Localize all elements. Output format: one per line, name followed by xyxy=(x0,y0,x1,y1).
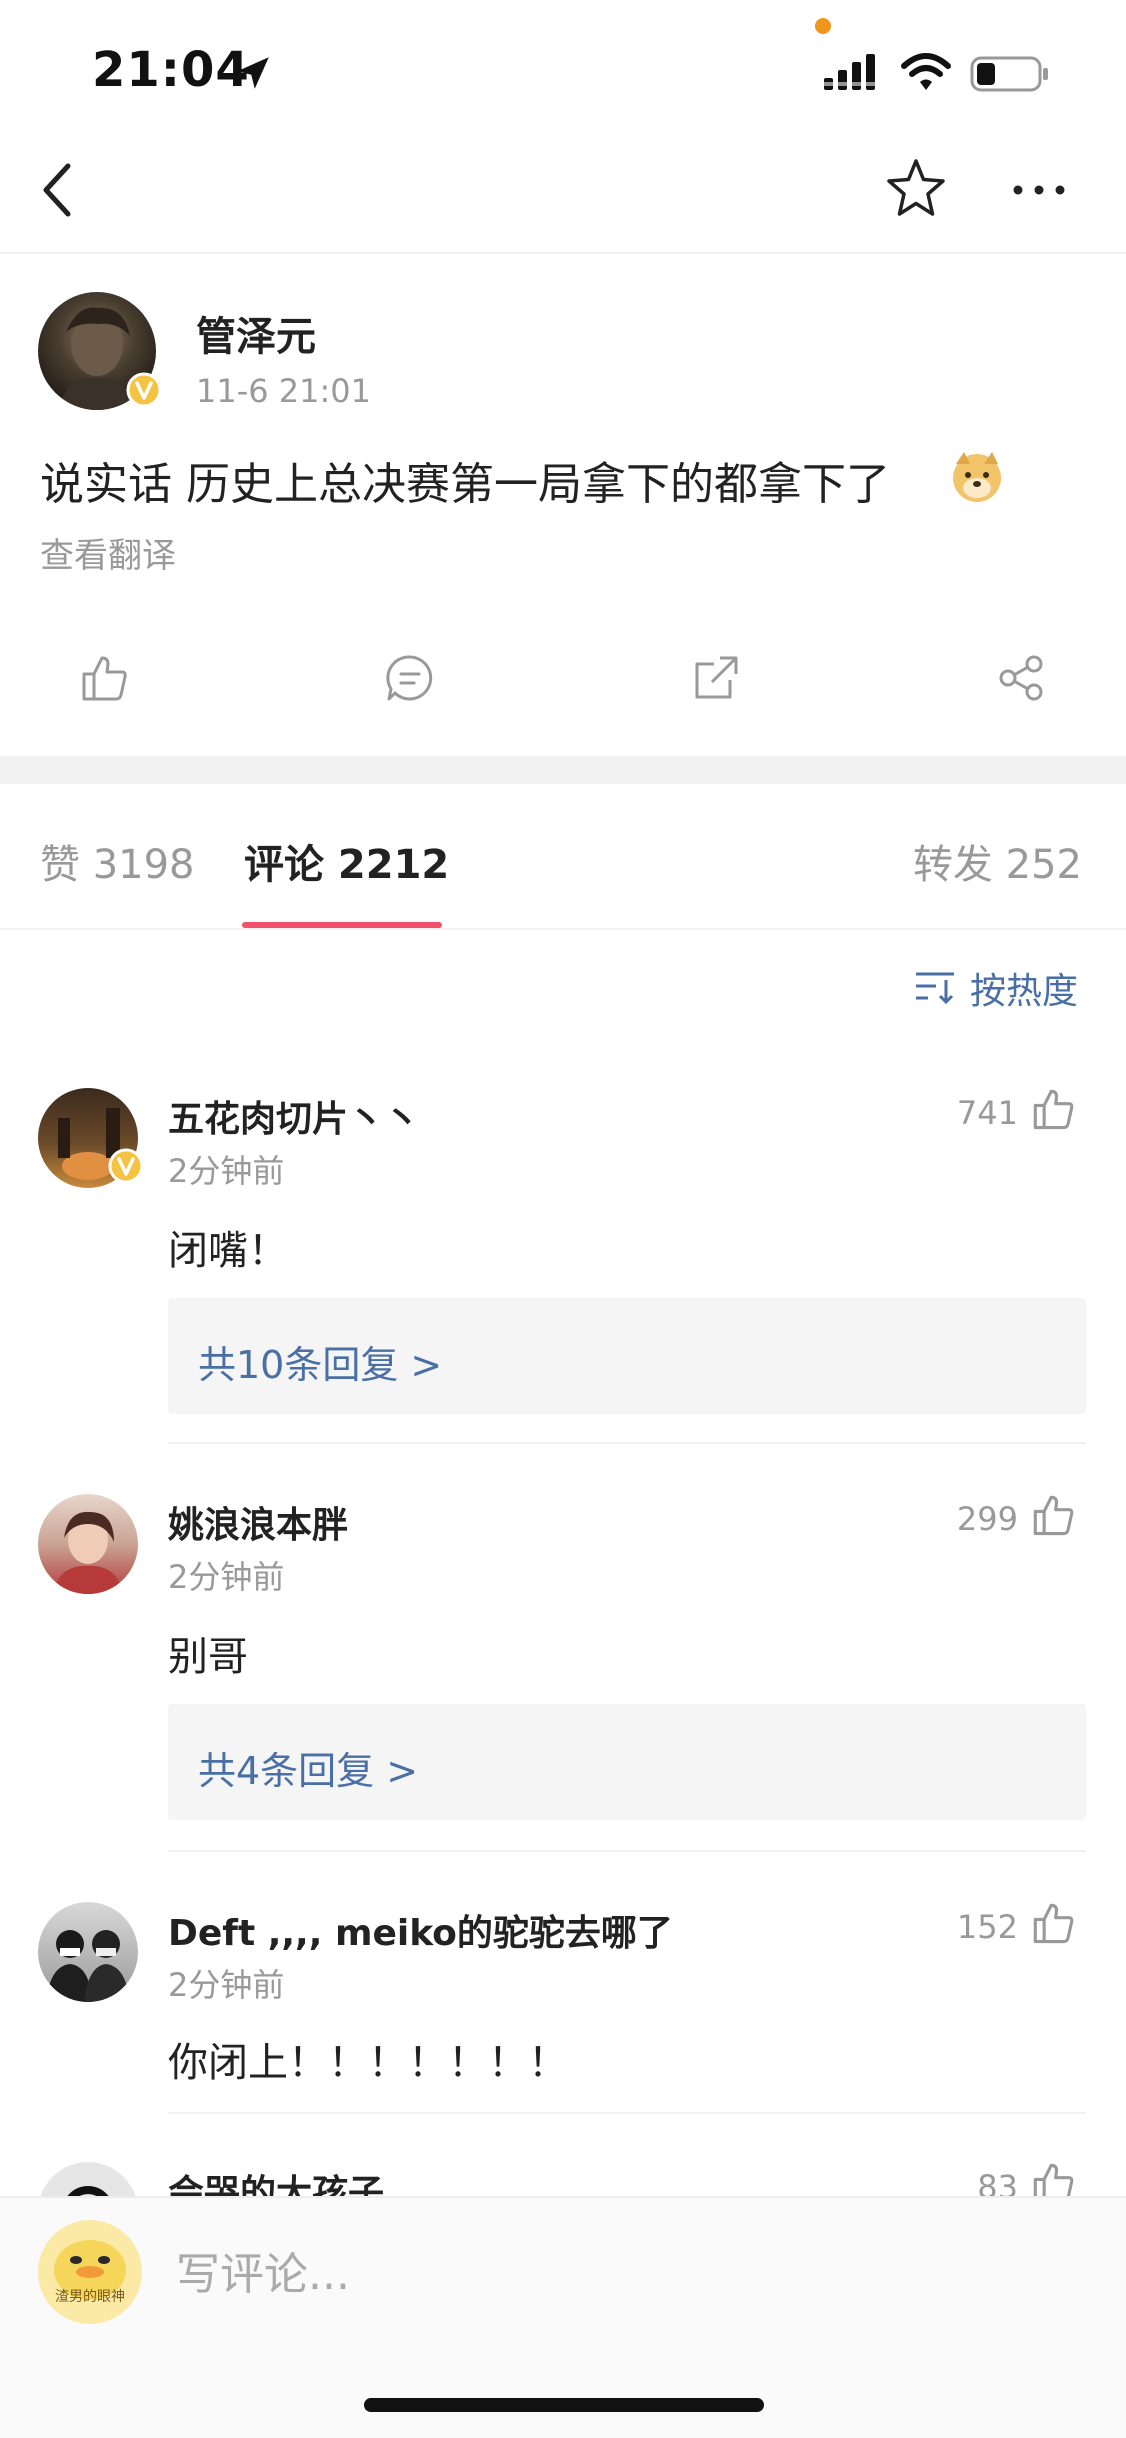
sort-by-hot-button[interactable]: 按热度 xyxy=(970,962,1078,1014)
view-replies-link[interactable]: 共4条回复 > xyxy=(198,1740,418,1795)
comment-input[interactable]: 写评论... xyxy=(176,2238,350,2302)
tab-reposts[interactable]: 转发 252 xyxy=(913,832,1082,890)
comment-avatar[interactable] xyxy=(38,1902,138,2002)
comment-author[interactable]: Deft ,,,, meiko的驼驼去哪了 xyxy=(168,1904,673,1956)
status-time: 21:04 xyxy=(92,42,250,98)
comment-like-icon[interactable] xyxy=(1030,1900,1076,1946)
post-text: 说实话 历史上总决赛第一局拿下的都拿下了 xyxy=(40,459,890,510)
like-icon[interactable] xyxy=(78,652,130,704)
comment-text: 你闭上！！！！！！！ xyxy=(168,2040,568,2086)
avatar-caption: 渣男的眼神 xyxy=(55,2289,125,2305)
wifi-icon xyxy=(901,53,951,90)
comment-divider xyxy=(168,1850,1086,1852)
header-divider xyxy=(0,252,1126,254)
comment-time: 2分钟前 xyxy=(168,1152,285,1190)
comment-like-count: 299 xyxy=(956,1500,1018,1538)
home-indicator xyxy=(364,2398,764,2412)
verified-badge-icon xyxy=(108,1148,144,1184)
comment-divider xyxy=(168,1442,1086,1444)
view-replies-link[interactable]: 共10条回复 > xyxy=(198,1334,442,1389)
comment-author[interactable]: 五花肉切片丶丶 xyxy=(168,1090,420,1142)
verified-badge-icon xyxy=(126,372,162,408)
replies-box[interactable]: 共10条回复 > xyxy=(168,1298,1086,1414)
back-chevron-icon[interactable] xyxy=(38,160,78,220)
comment-divider xyxy=(168,2112,1086,2114)
privacy-indicator-dot xyxy=(815,18,831,34)
favorite-star-icon[interactable] xyxy=(884,156,948,220)
tabs-divider xyxy=(0,928,1126,930)
comment-like-icon[interactable] xyxy=(1030,1086,1076,1132)
battery-icon xyxy=(970,56,1048,92)
comment-icon[interactable] xyxy=(384,652,436,704)
post-time: 11-6 21:01 xyxy=(196,372,372,410)
doge-emoji-icon xyxy=(953,452,1001,502)
current-user-avatar: 渣男的眼神 xyxy=(38,2220,142,2324)
more-options-icon[interactable] xyxy=(1010,170,1068,210)
comment-time: 2分钟前 xyxy=(168,1558,285,1596)
comment-text: 别哥 xyxy=(168,1634,248,1680)
replies-box[interactable]: 共4条回复 > xyxy=(168,1704,1086,1820)
comment-time: 2分钟前 xyxy=(168,1966,285,2004)
share-icon[interactable] xyxy=(996,652,1048,704)
location-arrow-icon xyxy=(237,57,269,89)
repost-icon[interactable] xyxy=(690,652,742,704)
cellular-signal-icon xyxy=(824,54,875,90)
comment-like-count: 152 xyxy=(956,1908,1018,1946)
comment-like-icon[interactable] xyxy=(1030,1492,1076,1538)
comment-like-count: 741 xyxy=(956,1094,1018,1132)
sort-icon[interactable] xyxy=(912,966,958,1006)
tab-comments[interactable]: 评论 2212 xyxy=(244,832,449,890)
author-name[interactable]: 管泽元 xyxy=(196,304,316,362)
comment-author[interactable]: 姚浪浪本胖 xyxy=(168,1496,348,1548)
section-separator xyxy=(0,756,1126,784)
tab-likes[interactable]: 赞 3198 xyxy=(40,832,195,890)
translate-link[interactable]: 查看翻译 xyxy=(40,528,176,577)
comment-avatar[interactable] xyxy=(38,1494,138,1594)
comment-text: 闭嘴！ xyxy=(168,1228,288,1274)
